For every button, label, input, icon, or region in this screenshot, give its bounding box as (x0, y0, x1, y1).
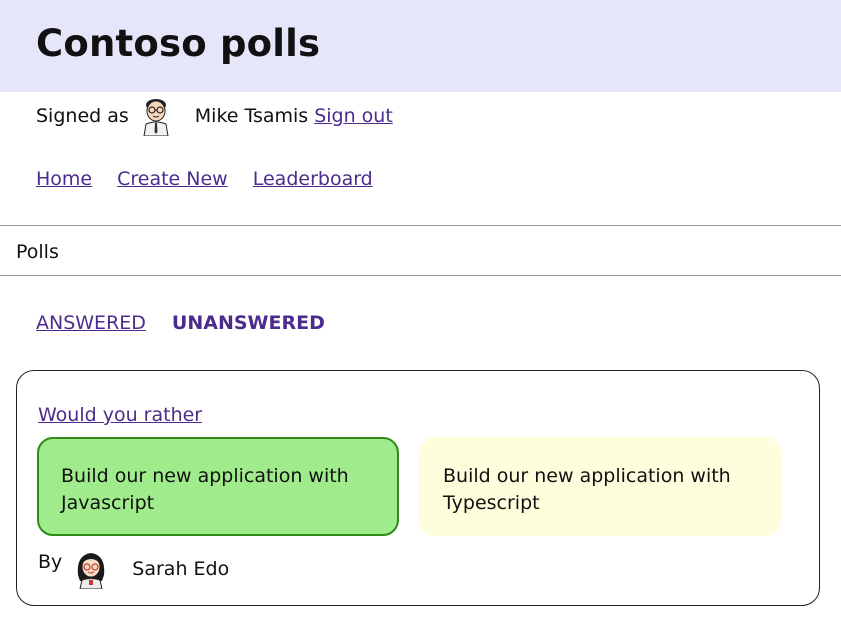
main-nav: Home Create New Leaderboard (36, 168, 373, 190)
signed-as-label: Signed as (36, 105, 129, 127)
user-name: Mike Tsamis (194, 105, 309, 127)
app-header: Contoso polls (0, 0, 841, 92)
author-avatar-icon (78, 553, 105, 589)
app-title: Contoso polls (36, 22, 321, 65)
nav-home-link[interactable]: Home (36, 168, 92, 190)
divider-bottom (0, 275, 841, 276)
user-avatar-icon (143, 99, 169, 136)
by-label: By (38, 551, 63, 573)
author-name: Sarah Edo (132, 558, 230, 580)
poll-question-link[interactable]: Would you rather (38, 404, 202, 426)
poll-option-two[interactable]: Build our new application with Typescrip… (419, 437, 781, 536)
tab-answered[interactable]: ANSWERED (36, 312, 146, 334)
poll-tabs: ANSWERED UNANSWERED (36, 312, 325, 334)
nav-create-new-link[interactable]: Create New (117, 168, 228, 190)
nav-leaderboard-link[interactable]: Leaderboard (253, 168, 373, 190)
poll-card: Would you rather Build our new applicati… (16, 370, 820, 606)
divider-top (0, 225, 841, 226)
section-title: Polls (16, 241, 59, 263)
poll-author: By Sarah Edo (38, 549, 229, 589)
poll-option-one[interactable]: Build our new application with Javascrip… (37, 437, 399, 536)
tab-unanswered[interactable]: UNANSWERED (172, 312, 325, 334)
sign-out-link[interactable]: Sign out (314, 105, 393, 127)
user-bar: Signed as Mike Tsamis Sign out (36, 96, 393, 136)
